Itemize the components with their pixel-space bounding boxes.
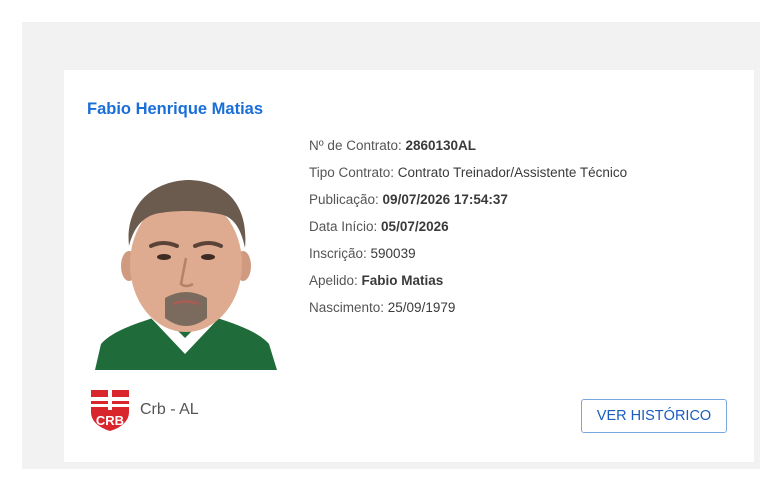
detail-value: 2860130AL (405, 138, 477, 153)
contract-details: Nº de Contrato: 2860130AL Tipo Contrato:… (309, 138, 627, 327)
detail-row: Nascimento: 25/09/1979 (309, 300, 627, 327)
club-info[interactable]: CRB Crb - AL (89, 388, 199, 432)
detail-label: Apelido: (309, 273, 362, 288)
view-history-button[interactable]: VER HISTÓRICO (581, 399, 727, 433)
crb-crest-icon: CRB (91, 390, 129, 431)
detail-row: Inscrição: 590039 (309, 246, 627, 273)
svg-text:CRB: CRB (96, 413, 124, 428)
detail-label: Publicação: (309, 192, 383, 207)
detail-label: Tipo Contrato: (309, 165, 398, 180)
detail-row: Tipo Contrato: Contrato Treinador/Assist… (309, 165, 627, 192)
detail-row: Nº de Contrato: 2860130AL (309, 138, 627, 165)
detail-value: Fabio Matias (361, 273, 444, 288)
page-background: Fabio Henrique Matias Nº de Contrato: 28… (22, 22, 760, 469)
detail-row: Data Início: 05/07/2026 (309, 219, 627, 246)
detail-value: 590039 (370, 246, 416, 261)
detail-value: 09/07/2026 17:54:37 (382, 192, 508, 207)
detail-label: Inscrição: (309, 246, 371, 261)
club-name: Crb - AL (140, 401, 199, 418)
detail-label: Nº de Contrato: (309, 138, 406, 153)
person-photo (93, 158, 277, 370)
registration-card: Fabio Henrique Matias Nº de Contrato: 28… (64, 70, 754, 462)
detail-value: 25/09/1979 (387, 300, 456, 315)
detail-row: Apelido: Fabio Matias (309, 273, 627, 300)
detail-label: Nascimento: (309, 300, 388, 315)
detail-label: Data Início: (309, 219, 382, 234)
detail-value: Contrato Treinador/Assistente Técnico (397, 165, 628, 180)
detail-row: Publicação: 09/07/2026 17:54:37 (309, 192, 627, 219)
person-name[interactable]: Fabio Henrique Matias (87, 100, 263, 119)
detail-value: 05/07/2026 (381, 219, 449, 234)
portrait-image (93, 158, 277, 370)
